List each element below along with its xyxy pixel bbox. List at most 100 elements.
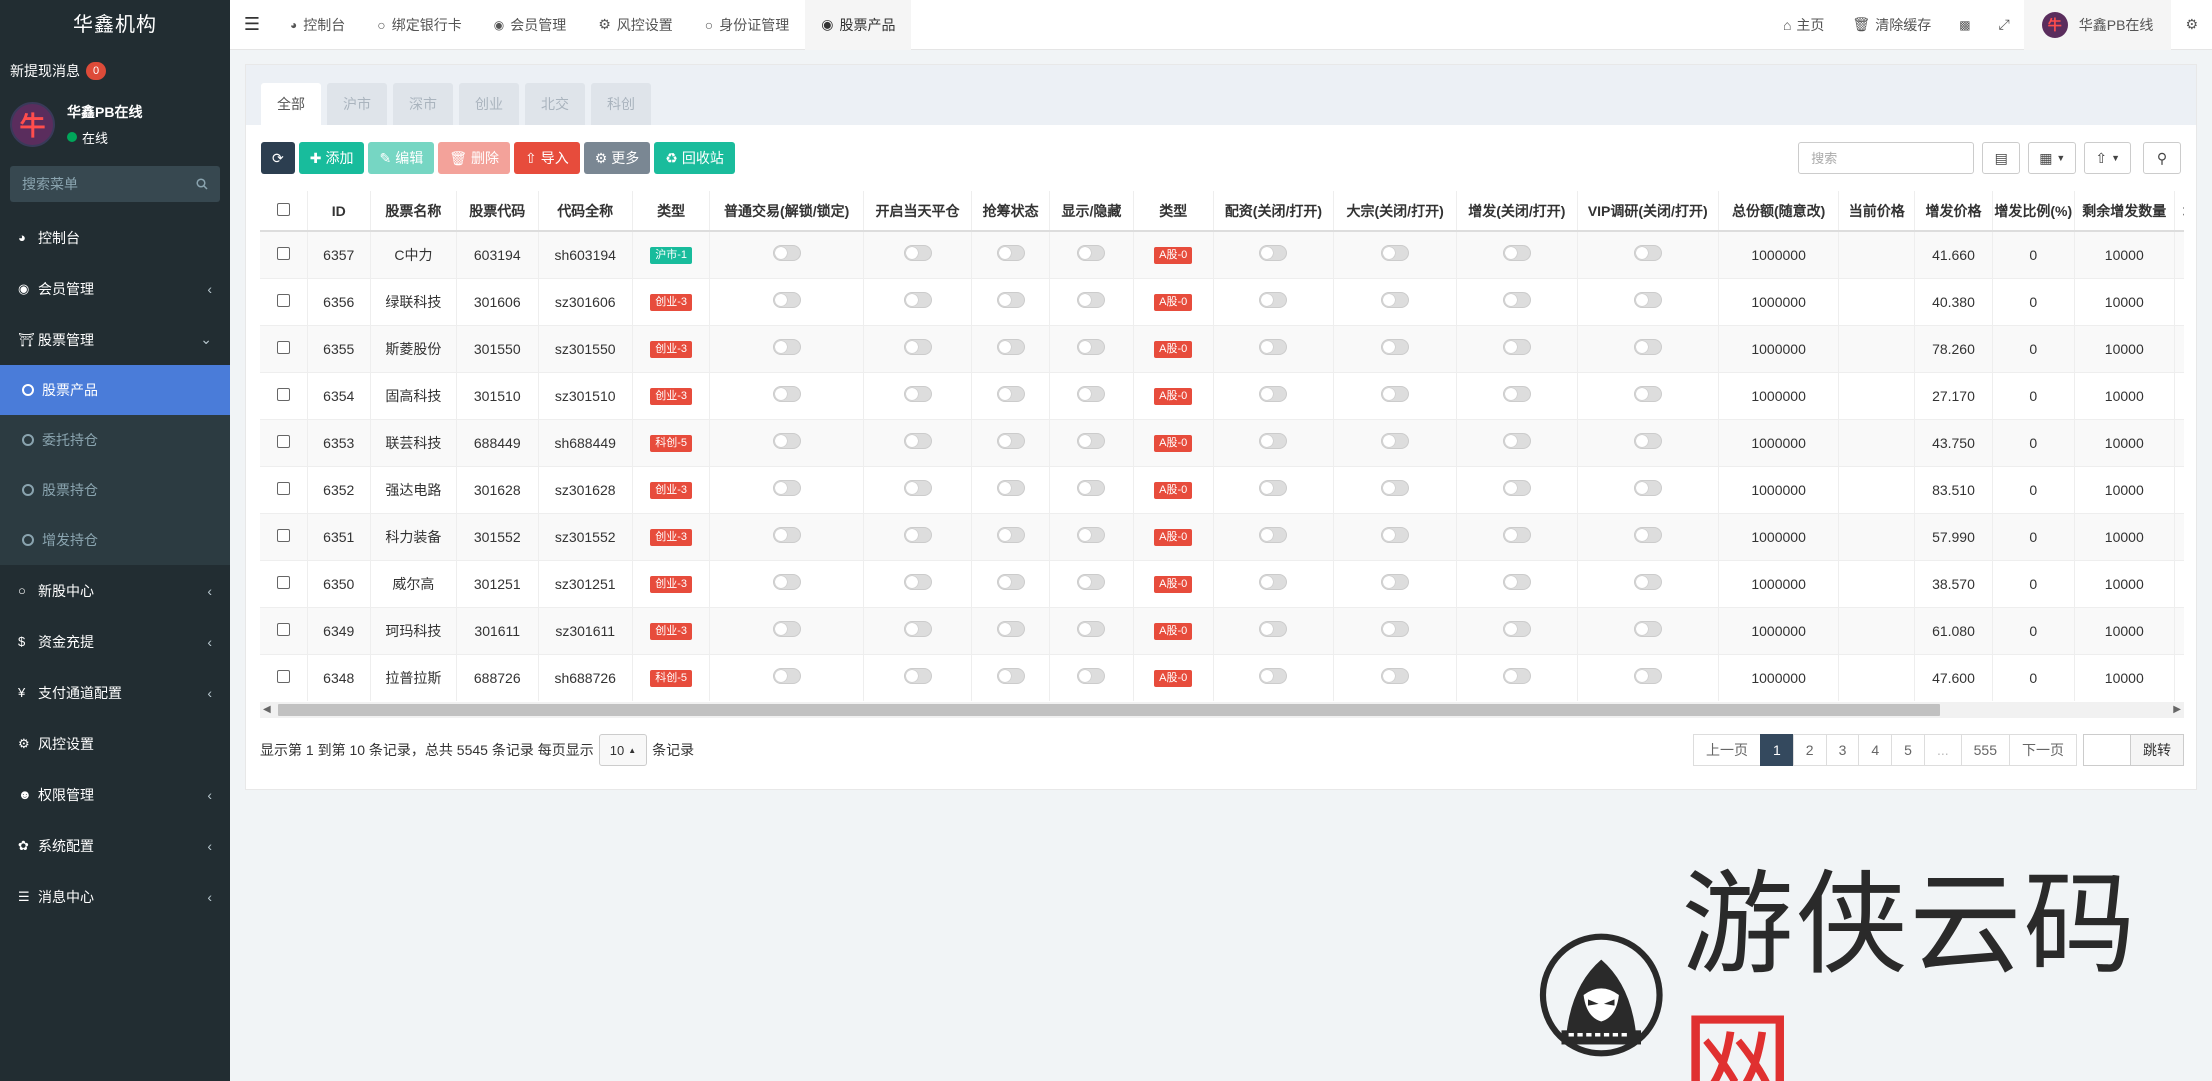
prev-page-button[interactable]: 上一页 bbox=[1692, 734, 1761, 766]
col-header[interactable]: 开启当天平仓 bbox=[863, 191, 973, 232]
scroll-right-icon[interactable]: ▶ bbox=[2173, 702, 2181, 718]
col-header[interactable]: 当前价格 bbox=[1838, 191, 1916, 232]
filter-tab-gem[interactable]: 创业 bbox=[459, 83, 519, 125]
horizontal-scrollbar[interactable]: ◀ ▶ bbox=[260, 702, 2184, 718]
col-header[interactable]: 普通交易(解锁/锁定) bbox=[709, 191, 864, 232]
filter-tab-bj[interactable]: 北交 bbox=[525, 83, 585, 125]
home-link[interactable]: ⌂ 主页 bbox=[1769, 0, 1838, 50]
sidebar-item-placement-positions[interactable]: 增发持仓 bbox=[0, 515, 230, 565]
vip-research-toggle[interactable] bbox=[1633, 668, 1662, 685]
row-select-cell[interactable] bbox=[260, 230, 308, 278]
close-same-day-toggle[interactable] bbox=[903, 339, 932, 355]
visibility-toggle[interactable] bbox=[1077, 527, 1106, 543]
trade-lock-toggle[interactable] bbox=[772, 292, 801, 308]
sidebar-item-entrust-positions[interactable]: 委托持仓 bbox=[0, 415, 230, 465]
sidebar-item-stock-products[interactable]: 股票产品 bbox=[0, 365, 230, 415]
close-same-day-toggle[interactable] bbox=[903, 527, 932, 543]
block-trade-toggle[interactable] bbox=[1381, 433, 1410, 449]
tab-stock-products[interactable]: ◉ 股票产品 bbox=[805, 0, 912, 50]
col-header[interactable]: ID bbox=[307, 191, 371, 232]
col-header[interactable]: 增发 bbox=[2174, 191, 2184, 232]
row-select-cell[interactable] bbox=[260, 559, 308, 607]
more-button[interactable]: ⚙ 更多 bbox=[583, 142, 651, 174]
add-button[interactable]: ✚ 添加 bbox=[298, 142, 365, 174]
table-row[interactable]: 6354 固高科技 301510 sz301510 创业-3 A股-0 1000000 27.… bbox=[260, 371, 2184, 419]
grab-status-toggle[interactable] bbox=[996, 245, 1025, 262]
col-header[interactable]: 类型 bbox=[632, 191, 711, 232]
col-header[interactable]: 代码全称 bbox=[538, 191, 633, 232]
row-checkbox[interactable] bbox=[276, 622, 290, 636]
trade-lock-toggle[interactable] bbox=[772, 386, 801, 402]
row-select-cell[interactable] bbox=[260, 606, 308, 654]
grab-status-toggle[interactable] bbox=[996, 668, 1025, 685]
block-trade-toggle[interactable] bbox=[1381, 527, 1410, 543]
table-search-input[interactable] bbox=[1798, 142, 1975, 174]
page-button[interactable]: 1 bbox=[1759, 734, 1794, 766]
col-header[interactable]: 总份额(随意改) bbox=[1718, 191, 1840, 232]
visibility-toggle[interactable] bbox=[1077, 621, 1106, 637]
sidebar-item-risk-settings[interactable]: ⚙ 风控设置 bbox=[0, 718, 230, 769]
page-button[interactable]: 2 bbox=[1792, 734, 1827, 766]
vip-research-toggle[interactable] bbox=[1633, 527, 1662, 543]
sidebar-item-ipo-center[interactable]: ○ 新股中心 ‹ bbox=[0, 565, 230, 616]
row-checkbox[interactable] bbox=[276, 340, 290, 354]
brand-title[interactable]: 华鑫机构 bbox=[0, 0, 230, 50]
table-row[interactable]: 6355 斯菱股份 301550 sz301550 创业-3 A股-0 1000000 78.… bbox=[260, 324, 2184, 372]
block-trade-toggle[interactable] bbox=[1381, 574, 1410, 590]
page-button[interactable]: 4 bbox=[1858, 734, 1893, 766]
sidebar-item-stock-positions[interactable]: 股票持仓 bbox=[0, 465, 230, 515]
advanced-search-button[interactable]: ⚲ bbox=[2143, 142, 2181, 174]
row-select-cell[interactable] bbox=[260, 324, 308, 372]
table-row[interactable]: 6353 联芸科技 688449 sh688449 科创-5 A股-0 1000000 43.… bbox=[260, 418, 2184, 466]
col-header[interactable]: 类型 bbox=[1133, 191, 1214, 232]
close-same-day-toggle[interactable] bbox=[903, 621, 932, 637]
margin-toggle[interactable] bbox=[1259, 245, 1288, 262]
clear-cache-button[interactable]: 🗑 清除缓存 bbox=[1838, 0, 1945, 50]
placement-toggle[interactable] bbox=[1502, 480, 1531, 496]
tab-risk-settings[interactable]: ⚙ 风控设置 bbox=[582, 0, 689, 50]
block-trade-toggle[interactable] bbox=[1381, 292, 1410, 308]
margin-toggle[interactable] bbox=[1259, 433, 1288, 449]
trade-lock-toggle[interactable] bbox=[772, 668, 801, 685]
language-button[interactable]: ▩ bbox=[1945, 0, 1984, 50]
col-header[interactable]: 大宗(关闭/打开) bbox=[1333, 191, 1457, 232]
row-checkbox[interactable] bbox=[276, 293, 290, 307]
block-trade-toggle[interactable] bbox=[1381, 245, 1410, 262]
trade-lock-toggle[interactable] bbox=[772, 574, 801, 590]
vip-research-toggle[interactable] bbox=[1633, 245, 1662, 262]
table-row[interactable]: 6348 拉普拉斯 688726 sh688726 科创-5 A股-0 1000000 47.… bbox=[260, 653, 2184, 701]
visibility-toggle[interactable] bbox=[1077, 668, 1106, 685]
trade-lock-toggle[interactable] bbox=[772, 433, 801, 449]
filter-tab-sh[interactable]: 沪市 bbox=[327, 83, 387, 125]
sidebar-item-members[interactable]: ◉ 会员管理 ‹ bbox=[0, 263, 230, 314]
toggle-view-button[interactable]: ▤ bbox=[1982, 142, 2021, 174]
trade-lock-toggle[interactable] bbox=[772, 245, 801, 262]
block-trade-toggle[interactable] bbox=[1381, 339, 1410, 355]
next-page-button[interactable]: 下一页 bbox=[2009, 734, 2077, 766]
col-header[interactable]: 剩余增发数量 bbox=[2074, 191, 2175, 232]
col-header[interactable]: 增发比例(%) bbox=[1992, 191, 2075, 232]
row-checkbox[interactable] bbox=[276, 387, 290, 401]
margin-toggle[interactable] bbox=[1259, 574, 1288, 590]
row-checkbox[interactable] bbox=[276, 575, 290, 589]
grab-status-toggle[interactable] bbox=[996, 621, 1025, 637]
visibility-toggle[interactable] bbox=[1077, 433, 1106, 449]
menu-toggle-icon[interactable]: ☰ bbox=[230, 14, 274, 35]
search-icon[interactable] bbox=[196, 178, 208, 190]
scroll-left-icon[interactable]: ◀ bbox=[263, 702, 271, 718]
trade-lock-toggle[interactable] bbox=[772, 527, 801, 543]
row-select-cell[interactable] bbox=[260, 653, 308, 701]
grab-status-toggle[interactable] bbox=[996, 480, 1025, 496]
tab-id-card[interactable]: ○ 身份证管理 bbox=[689, 0, 805, 50]
col-header[interactable]: 增发价格 bbox=[1914, 191, 1993, 232]
col-header[interactable]: 股票名称 bbox=[370, 191, 457, 232]
trade-lock-toggle[interactable] bbox=[772, 339, 801, 355]
filter-tab-all[interactable]: 全部 bbox=[261, 83, 321, 125]
close-same-day-toggle[interactable] bbox=[903, 480, 932, 496]
placement-toggle[interactable] bbox=[1502, 527, 1531, 543]
row-select-cell[interactable] bbox=[260, 465, 308, 513]
close-same-day-toggle[interactable] bbox=[903, 668, 932, 685]
col-header[interactable]: 配资(关闭/打开) bbox=[1213, 191, 1335, 232]
col-header[interactable]: 增发(关闭/打开) bbox=[1456, 191, 1578, 232]
placement-toggle[interactable] bbox=[1502, 621, 1531, 637]
